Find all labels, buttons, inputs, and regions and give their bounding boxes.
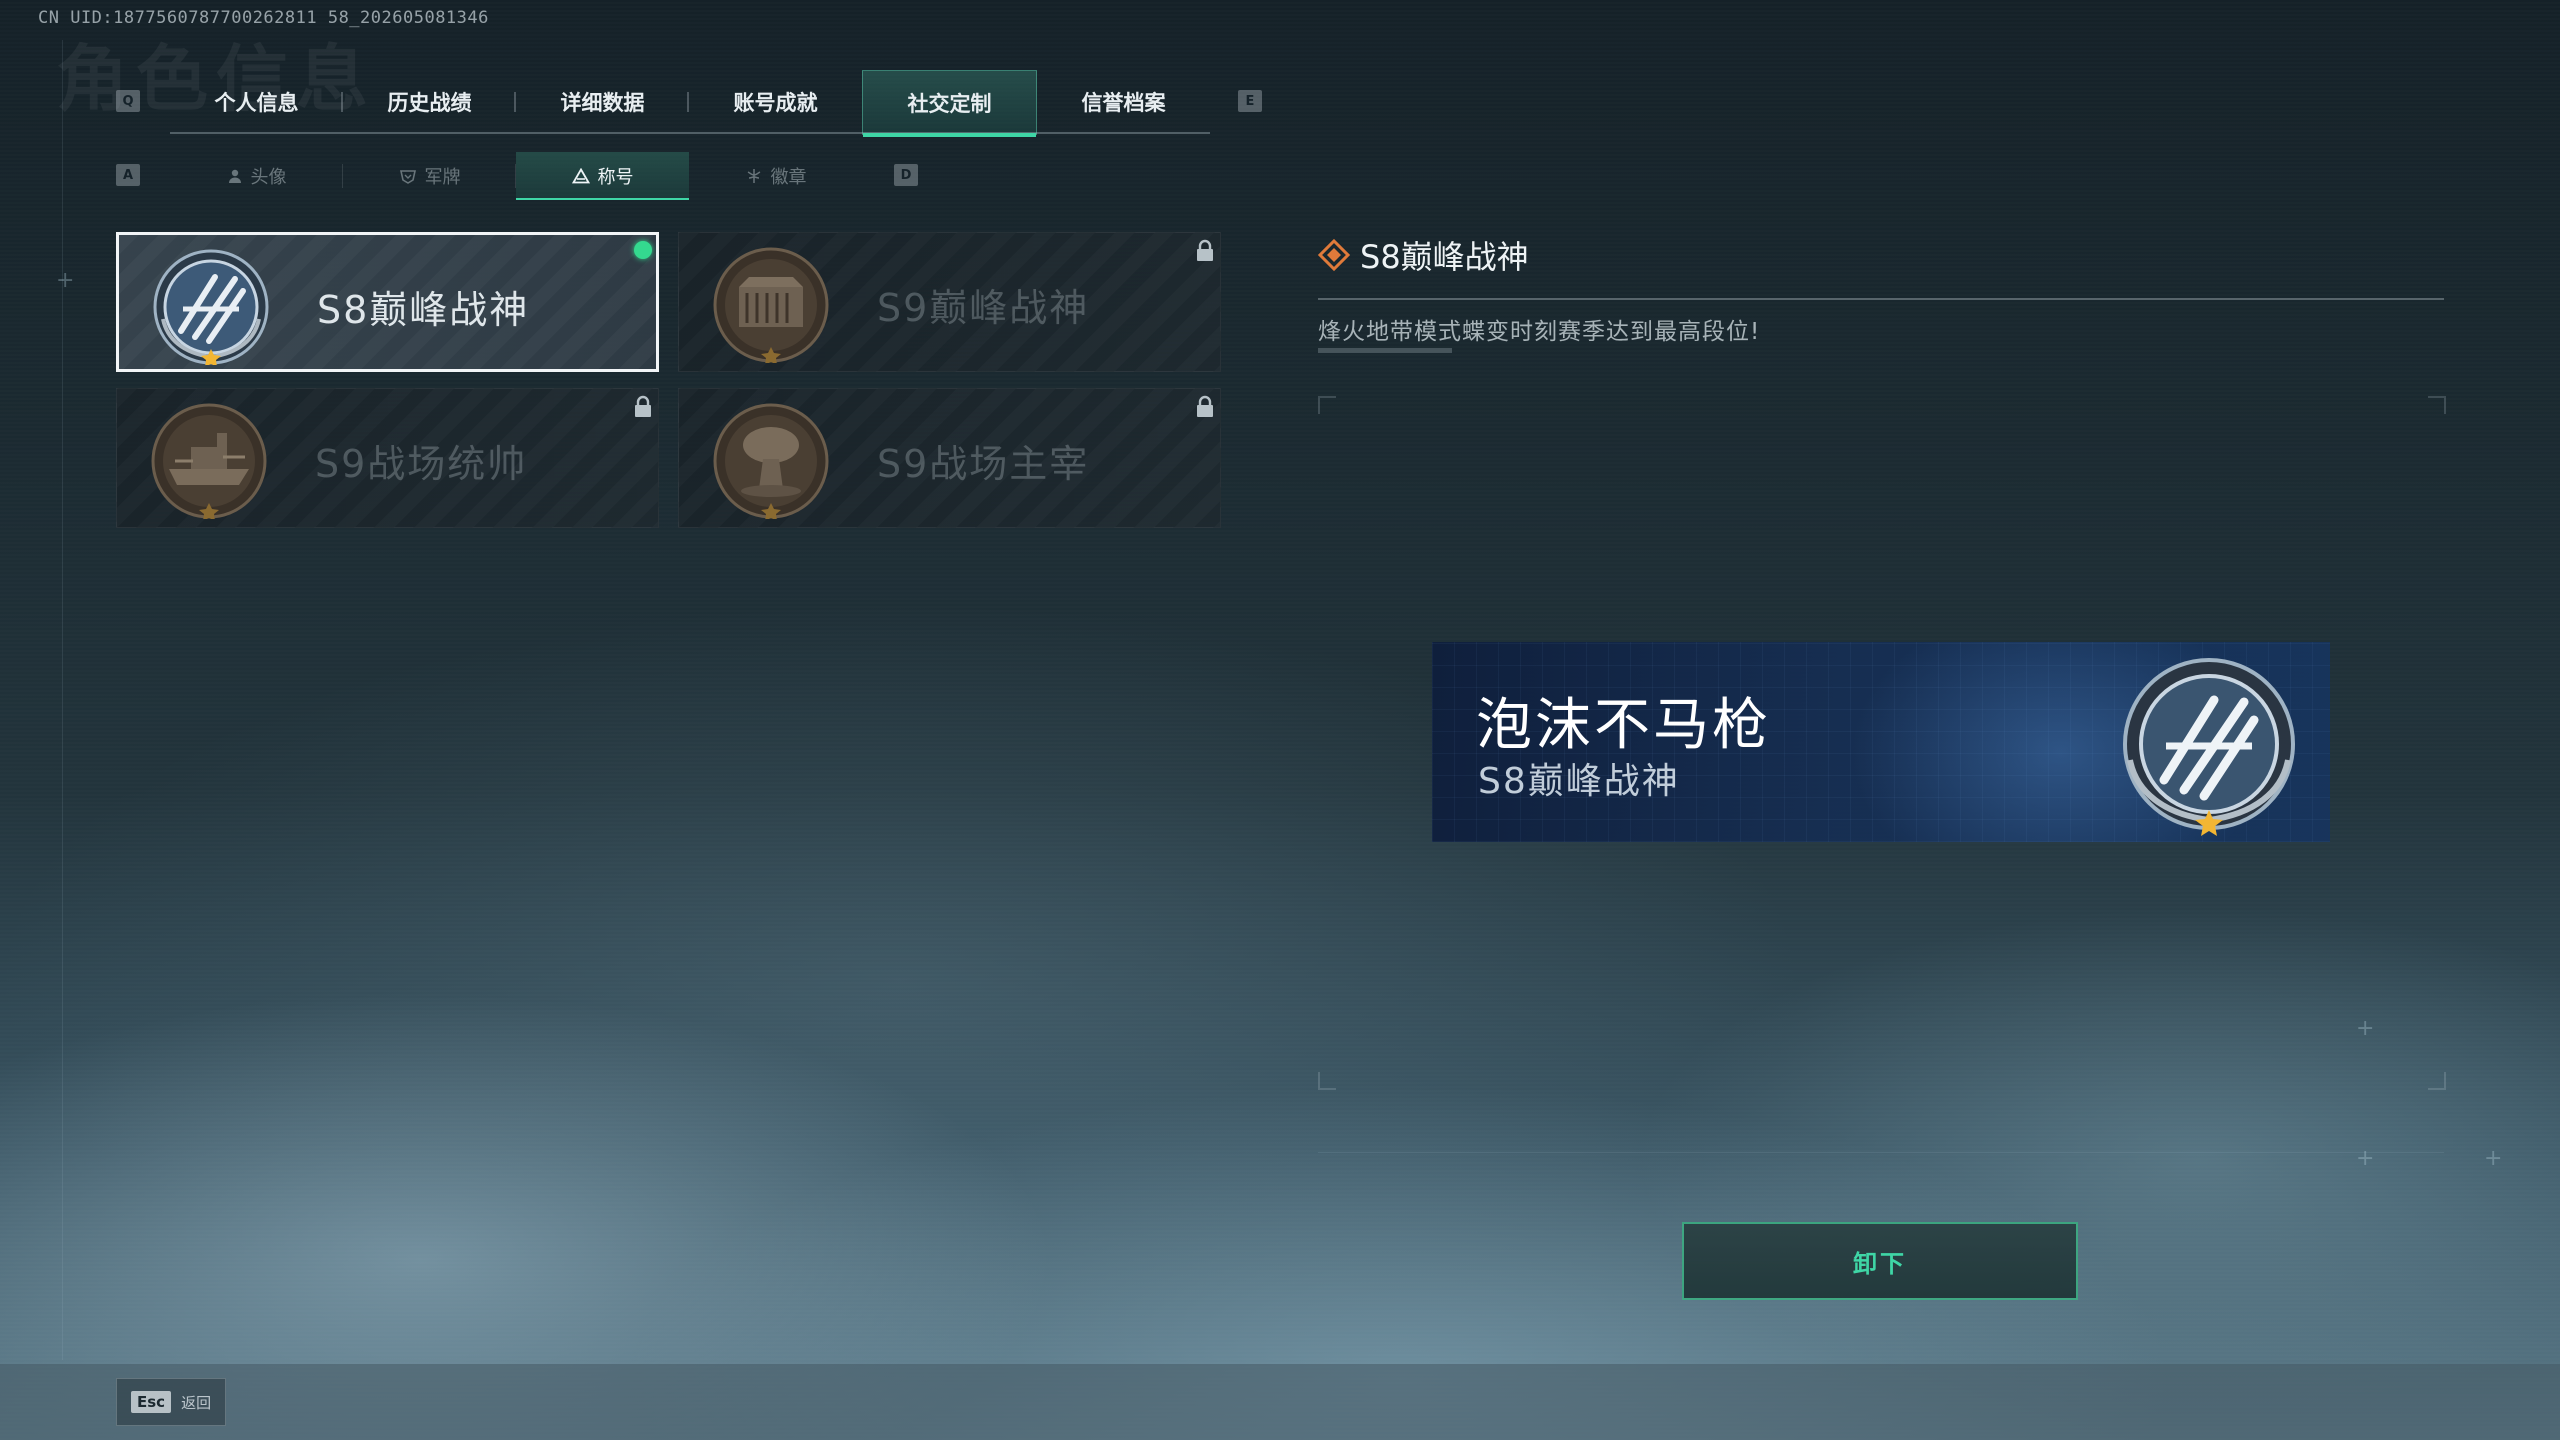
bottom-bar — [0, 1364, 2560, 1440]
subtab-label: 徽章 — [770, 167, 807, 188]
guide-line — [62, 40, 63, 1360]
next-tab-key-hint[interactable]: E — [1238, 90, 1262, 112]
tab-label: 历史战绩 — [387, 91, 472, 115]
lock-icon — [635, 395, 651, 417]
tab-achievements[interactable]: 账号成就 — [689, 70, 862, 134]
subtab-emblem[interactable]: 徽章 — [689, 152, 862, 200]
back-label: 返回 — [181, 1393, 212, 1412]
title-label: S9战场统帅 — [315, 442, 528, 486]
guide-line — [1318, 1152, 2444, 1153]
subtab-label: 军牌 — [424, 167, 461, 188]
crosshair-icon: + — [56, 268, 75, 293]
sub-tab-bar: 头像 军牌 称号 徽章 — [170, 152, 863, 200]
title-card-s9-peak-god[interactable]: S9巅峰战神 — [678, 232, 1221, 372]
title-label: S9战场主宰 — [877, 442, 1090, 486]
tab-detailed-data[interactable]: 详细数据 — [516, 70, 689, 134]
person-icon — [228, 169, 241, 183]
preview-player-name: 泡沫不马枪 — [1476, 693, 1771, 758]
tab-label: 信誉档案 — [1081, 91, 1166, 115]
tab-match-history[interactable]: 历史战绩 — [343, 70, 516, 134]
frame-corner — [1318, 1072, 1336, 1090]
main-tab-bar: 个人信息 历史战绩 详细数据 账号成就 社交定制 信誉档案 — [170, 70, 1210, 137]
subtab-label: 头像 — [250, 167, 287, 188]
title-preview-banner: 泡沫不马枪 S8巅峰战神 — [1432, 642, 2330, 842]
title-card-s8-peak-god[interactable]: S8巅峰战神 — [116, 232, 659, 372]
rotor-badge-icon — [2123, 658, 2295, 836]
title-label: S8巅峰战神 — [317, 288, 530, 332]
mushroom-cloud-badge-icon — [713, 403, 829, 519]
prev-subtab-key-hint[interactable]: A — [116, 164, 140, 186]
title-card-s9-battlefield-dominator[interactable]: S9战场主宰 — [678, 388, 1221, 528]
detail-description: 烽火地带模式蝶变时刻赛季达到最高段位! — [1318, 319, 1761, 345]
frame-corner — [2428, 396, 2446, 414]
subtab-label: 称号 — [597, 167, 634, 188]
tab-label: 个人信息 — [214, 91, 299, 115]
rotor-badge-icon — [153, 249, 269, 365]
equipped-indicator-dot — [634, 241, 652, 259]
back-button[interactable]: Esc 返回 — [116, 1378, 226, 1426]
frame-corner — [1318, 396, 1336, 414]
detail-divider — [1318, 298, 2444, 300]
diamond-icon — [1318, 239, 1350, 271]
frame-corner — [2428, 1072, 2446, 1090]
subtab-title[interactable]: 称号 — [516, 152, 689, 200]
tab-label: 社交定制 — [907, 92, 992, 116]
fortress-badge-icon — [713, 247, 829, 363]
tab-reputation[interactable]: 信誉档案 — [1037, 70, 1210, 134]
lock-icon — [1197, 239, 1213, 261]
preview-title: S8巅峰战神 — [1478, 761, 1680, 802]
unequip-button[interactable]: 卸下 — [1682, 1222, 2078, 1300]
next-subtab-key-hint[interactable]: D — [894, 164, 918, 186]
detail-title-row: S8巅峰战神 — [1318, 232, 1529, 278]
warship-badge-icon — [151, 403, 267, 519]
tab-label: 详细数据 — [560, 91, 645, 115]
subtab-dogtag[interactable]: 军牌 — [343, 152, 516, 200]
detail-underline — [1318, 348, 1452, 353]
title-card-s9-battlefield-marshal[interactable]: S9战场统帅 — [116, 388, 659, 528]
tab-social-custom[interactable]: 社交定制 — [862, 70, 1037, 137]
subtab-avatar[interactable]: 头像 — [170, 152, 343, 200]
lock-icon — [1197, 395, 1213, 417]
prev-tab-key-hint[interactable]: Q — [116, 90, 140, 112]
crosshair-icon: + — [2484, 1146, 2503, 1171]
dogtag-icon — [399, 170, 416, 184]
detail-title: S8巅峰战神 — [1360, 238, 1529, 276]
title-label: S9巅峰战神 — [877, 286, 1090, 330]
esc-key-hint: Esc — [131, 1391, 172, 1413]
emblem-icon — [747, 169, 760, 183]
crosshair-icon: + — [2356, 1146, 2375, 1171]
triangle-title-icon — [571, 168, 590, 184]
tab-personal-info[interactable]: 个人信息 — [170, 70, 343, 134]
tab-label: 账号成就 — [733, 91, 818, 115]
crosshair-icon: + — [2356, 1016, 2375, 1041]
